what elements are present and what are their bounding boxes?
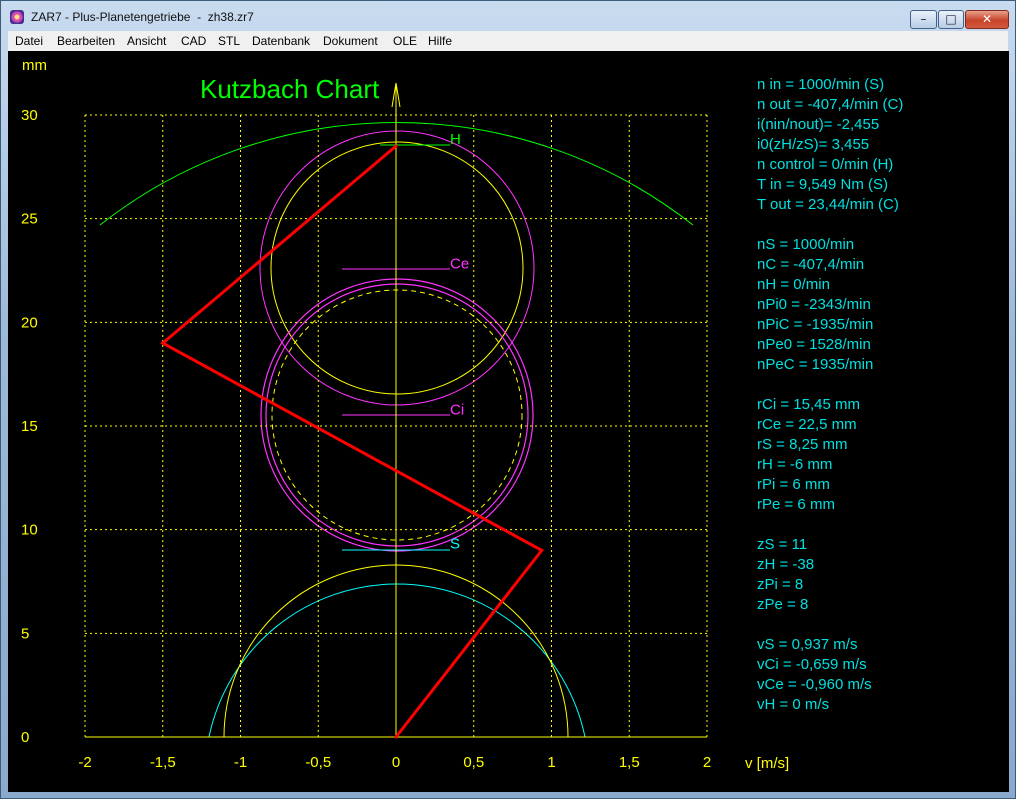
y-tick-label: 25 xyxy=(21,211,38,228)
result-line: nH = 0/min xyxy=(757,276,830,293)
result-line: rCi = 15,45 mm xyxy=(757,396,860,413)
velocity-vertex xyxy=(394,735,398,739)
gear-labels: H Ce Ci S xyxy=(450,131,469,552)
y-axis-unit: mm xyxy=(22,57,47,74)
menu-stl[interactable]: STL xyxy=(218,34,240,48)
gear-label-h: H xyxy=(450,131,461,148)
velocity-vertex xyxy=(540,548,544,552)
x-tick-label: 2 xyxy=(703,754,711,771)
app-icon[interactable] xyxy=(10,10,24,24)
result-spacer xyxy=(757,615,997,635)
chart-series xyxy=(160,144,544,739)
x-tick-label: 1,5 xyxy=(619,754,640,771)
menu-datei[interactable]: Datei xyxy=(15,34,43,48)
y-tick-label: 20 xyxy=(21,314,38,331)
result-line: T in = 9,549 Nm (S) xyxy=(757,176,889,193)
x-tick-label: 1 xyxy=(547,754,555,771)
velocity-vertex xyxy=(161,341,165,345)
result-line: i(nin/nout)= -2,455 xyxy=(757,116,880,133)
velocity-line xyxy=(160,144,544,738)
result-line: rPe = 6 mm xyxy=(757,496,835,513)
menu-ole[interactable]: OLE xyxy=(393,34,417,48)
x-tick-label: 0,5 xyxy=(463,754,484,771)
result-line: nS = 1000/min xyxy=(757,236,855,253)
y-tick-label: 5 xyxy=(21,625,29,642)
y-tick-label: 0 xyxy=(21,729,29,746)
result-line: nPe0 = 1528/min xyxy=(757,336,871,353)
result-line: zS = 11 xyxy=(757,536,808,553)
result-line: vS = 0,937 m/s xyxy=(757,636,858,653)
planet-outer-inner xyxy=(270,141,524,395)
app-window: ZAR7 - Plus-Planetengetriebe - zh38.zr7 … xyxy=(0,0,1016,799)
result-line: zH = -38 xyxy=(757,556,815,573)
result-spacer xyxy=(757,515,997,535)
result-line: i0(zH/zS)= 3,455 xyxy=(757,136,870,153)
result-line: nPeC = 1935/min xyxy=(757,356,874,373)
x-tick-label: 0 xyxy=(392,754,400,771)
menu-bearbeiten[interactable]: Bearbeiten xyxy=(57,34,115,48)
result-line: vCi = -0,659 m/s xyxy=(757,656,867,673)
result-line: rS = 8,25 mm xyxy=(757,436,848,453)
chart-title: Kutzbach Chart xyxy=(200,74,380,104)
result-line: zPi = 8 xyxy=(757,576,804,593)
result-line: vH = 0 m/s xyxy=(757,696,830,713)
menu-ansicht[interactable]: Ansicht xyxy=(127,34,166,48)
menu-cad[interactable]: CAD xyxy=(181,34,206,48)
x-axis-unit: v [m/s] xyxy=(745,755,789,772)
result-line: n out = -407,4/min (C) xyxy=(757,96,904,113)
title-bar[interactable]: ZAR7 - Plus-Planetengetriebe - zh38.zr7 … xyxy=(1,1,1015,31)
result-spacer xyxy=(757,375,997,395)
menu-dokument[interactable]: Dokument xyxy=(323,34,378,48)
results-panel: n in = 1000/min (S) n out = -407,4/min (C… xyxy=(757,75,997,715)
x-tick-label: -1,5 xyxy=(150,754,176,771)
chart-axes xyxy=(85,82,707,738)
result-line: T out = 23,44/min (C) xyxy=(757,196,899,213)
menu-datenbank[interactable]: Datenbank xyxy=(252,34,310,48)
y-tick-label: 15 xyxy=(21,418,38,435)
result-line: nPi0 = -2343/min xyxy=(757,296,871,313)
planet-outer-ring xyxy=(259,130,535,406)
kutzbach-canvas[interactable]: -2 -1,5 -1 -0,5 0 0,5 1 1,5 2 0 5 10 15 20 25 30 H Ce Ci S… xyxy=(8,51,1009,792)
y-tick-label: 10 xyxy=(21,522,38,539)
result-line: nC = -407,4/min xyxy=(757,256,865,273)
result-spacer xyxy=(757,215,997,235)
result-line: vCe = -0,960 m/s xyxy=(757,676,872,693)
gear-label-ci: Ci xyxy=(450,402,464,419)
gear-label-s: S xyxy=(450,535,460,552)
sun-gear-outer-arc xyxy=(208,583,586,738)
y-tick-label: 30 xyxy=(21,107,38,124)
close-button[interactable]: ✕ xyxy=(965,10,1009,29)
menu-hilfe[interactable]: Hilfe xyxy=(428,34,452,48)
result-line: zPe = 8 xyxy=(757,596,809,613)
result-line: nPiC = -1935/min xyxy=(757,316,874,333)
window-title: ZAR7 - Plus-Planetengetriebe - zh38.zr7 xyxy=(31,10,254,24)
result-line: n control = 0/min (H) xyxy=(757,156,894,173)
velocity-vertex xyxy=(394,144,398,148)
result-line: n in = 1000/min (S) xyxy=(757,76,885,93)
result-line: rPi = 6 mm xyxy=(757,476,830,493)
x-tick-label: -0,5 xyxy=(305,754,331,771)
maximize-button[interactable]: □ xyxy=(938,10,964,29)
menu-bar: Datei Bearbeiten Ansicht CAD STL Datenba… xyxy=(8,31,1008,51)
x-tick-label: -2 xyxy=(78,754,91,771)
result-line: rH = -6 mm xyxy=(757,456,833,473)
x-tick-label: -1 xyxy=(234,754,247,771)
minimize-button[interactable]: – xyxy=(910,10,937,29)
gear-label-ce: Ce xyxy=(450,256,469,273)
result-line: rCe = 22,5 mm xyxy=(757,416,857,433)
